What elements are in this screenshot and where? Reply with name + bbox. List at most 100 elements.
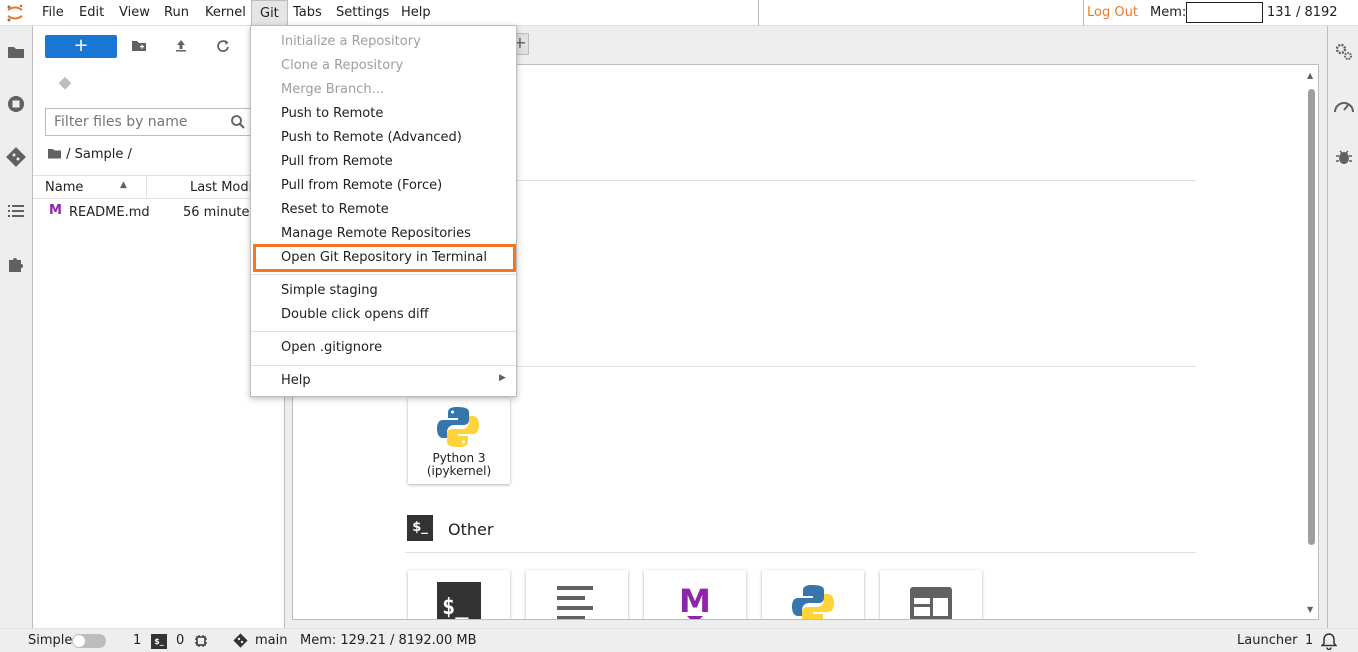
file-browser: + / Sample / Name ▲ Last Modified M READ… xyxy=(33,26,285,628)
git-menu-initialize: Initialize a Repository xyxy=(281,34,421,49)
new-launcher-button[interactable]: + xyxy=(45,35,117,58)
git-clone-icon[interactable] xyxy=(57,76,73,92)
filter-files-input[interactable] xyxy=(54,113,224,131)
python-file-icon xyxy=(792,585,834,619)
table-of-contents-icon[interactable] xyxy=(6,201,26,221)
other-section-title: Other xyxy=(448,520,494,539)
git-menu-open-gitignore[interactable]: Open .gitignore xyxy=(251,336,516,360)
git-menu-merge-branch: Merge Branch... xyxy=(281,82,384,97)
launcher-card-python-file[interactable] xyxy=(762,570,864,619)
git-branch-name[interactable]: main xyxy=(255,633,287,648)
menu-separator xyxy=(251,365,516,366)
upload-icon[interactable] xyxy=(173,38,189,54)
simple-mode-label: Simple xyxy=(28,633,73,648)
git-menu-push-advanced[interactable]: Push to Remote (Advanced) xyxy=(251,126,516,150)
terminal-count[interactable]: 1 xyxy=(133,633,141,648)
menu-run[interactable]: Run xyxy=(156,0,197,26)
git-menu-open-terminal[interactable]: Open Git Repository in Terminal xyxy=(251,246,516,270)
activity-count: 1 xyxy=(1305,633,1314,648)
extension-manager-icon[interactable] xyxy=(6,254,26,274)
left-sidebar xyxy=(0,26,33,628)
scroll-down-icon[interactable]: ▼ xyxy=(1307,605,1313,614)
breadcrumb-path[interactable]: / Sample / xyxy=(66,147,132,162)
contextual-help-icon xyxy=(910,587,952,619)
python-logo-icon xyxy=(437,407,479,447)
file-list-header: Name ▲ Last Modified xyxy=(33,175,284,199)
text-file-icon xyxy=(557,586,593,619)
git-menu-pull[interactable]: Pull from Remote xyxy=(251,150,516,174)
sort-ascending-icon: ▲ xyxy=(120,180,127,190)
memory-bar xyxy=(1186,2,1263,23)
launcher-card-markdown[interactable]: M xyxy=(644,570,746,620)
launcher-card-python3[interactable]: Python 3 (ipykernel) xyxy=(408,398,510,484)
card-label-line2: (ipykernel) xyxy=(426,464,492,478)
column-name[interactable]: Name xyxy=(45,180,83,195)
terminal-icon: $_ xyxy=(151,634,167,649)
section-divider xyxy=(405,366,1196,367)
property-inspector-icon[interactable] xyxy=(1334,42,1354,62)
menu-bar: File Edit View Run Kernel Git Tabs Setti… xyxy=(0,0,1358,46)
resource-usage-icon[interactable] xyxy=(1333,96,1355,116)
file-name: README.md xyxy=(69,205,150,220)
svg-text:M: M xyxy=(679,582,711,620)
memory-usage: Mem: 129.21 / 8192.00 MB xyxy=(300,633,477,648)
menu-separator xyxy=(251,331,516,332)
debugger-icon[interactable] xyxy=(1335,148,1353,166)
svg-text:$_: $_ xyxy=(442,595,469,620)
scroll-thumb[interactable] xyxy=(1308,89,1315,545)
git-branch-icon xyxy=(233,633,248,648)
launcher-scrollbar[interactable]: ▲ ▼ xyxy=(1306,71,1316,619)
git-menu-double-click-diff[interactable]: Double click opens diff xyxy=(251,303,516,327)
git-menu-reset[interactable]: Reset to Remote xyxy=(251,198,516,222)
section-divider xyxy=(405,552,1196,553)
menu-edit[interactable]: Edit xyxy=(71,0,112,26)
launcher-card-terminal[interactable]: $_ xyxy=(408,570,510,620)
other-section-icon: $_ xyxy=(407,515,433,541)
kernel-count[interactable]: 0 xyxy=(176,633,184,648)
new-folder-icon[interactable] xyxy=(131,38,147,54)
launcher-card-contextual-help[interactable] xyxy=(880,570,982,619)
search-icon xyxy=(231,115,245,129)
divider xyxy=(758,0,759,26)
menu-help[interactable]: Help xyxy=(393,0,439,26)
git-menu-pull-force[interactable]: Pull from Remote (Force) xyxy=(251,174,516,198)
scroll-up-icon[interactable]: ▲ xyxy=(1307,71,1313,80)
menu-settings[interactable]: Settings xyxy=(328,0,397,26)
refresh-icon[interactable] xyxy=(215,38,231,54)
kernel-chip-icon xyxy=(195,635,207,647)
git-menu-manage-remotes[interactable]: Manage Remote Repositories xyxy=(251,222,516,246)
git-menu-push[interactable]: Push to Remote xyxy=(251,102,516,126)
jupyter-logo-icon xyxy=(7,4,23,22)
logout-button[interactable]: Log Out xyxy=(1087,0,1138,26)
markdown-icon: M xyxy=(679,582,711,620)
divider xyxy=(1083,0,1084,26)
menu-separator xyxy=(251,274,516,275)
breadcrumb: / Sample / xyxy=(47,147,132,162)
notification-bell-icon[interactable] xyxy=(1321,632,1337,650)
current-activity: Launcher xyxy=(1237,633,1298,648)
menu-kernel[interactable]: Kernel xyxy=(197,0,254,26)
simple-mode-toggle[interactable] xyxy=(72,634,106,648)
git-dropdown-menu: Initialize a Repository Clone a Reposito… xyxy=(250,25,517,397)
section-divider xyxy=(405,180,1196,181)
home-folder-icon[interactable] xyxy=(47,147,62,160)
running-sessions-icon[interactable] xyxy=(6,94,26,114)
status-bar: Simple 1 $_ 0 main Mem: 129.21 / 8192.00… xyxy=(0,628,1358,652)
menu-view[interactable]: View xyxy=(111,0,158,26)
folder-icon[interactable] xyxy=(6,42,26,62)
column-divider[interactable] xyxy=(146,176,147,198)
right-sidebar xyxy=(1327,26,1358,628)
git-icon[interactable] xyxy=(6,147,26,167)
file-row[interactable]: M README.md 56 minutes ago xyxy=(33,201,284,225)
menu-git[interactable]: Git xyxy=(251,0,288,26)
git-menu-clone: Clone a Repository xyxy=(281,58,404,73)
menu-file[interactable]: File xyxy=(34,0,72,26)
memory-label: Mem: xyxy=(1150,5,1187,20)
submenu-arrow-icon: ▶ xyxy=(499,373,506,383)
git-menu-simple-staging[interactable]: Simple staging xyxy=(251,279,516,303)
toggle-knob xyxy=(73,635,85,647)
menu-tabs[interactable]: Tabs xyxy=(285,0,330,26)
launcher-card-text-file[interactable] xyxy=(526,570,628,619)
git-menu-help[interactable]: Help xyxy=(251,369,516,393)
terminal-icon: $_ xyxy=(437,582,481,620)
